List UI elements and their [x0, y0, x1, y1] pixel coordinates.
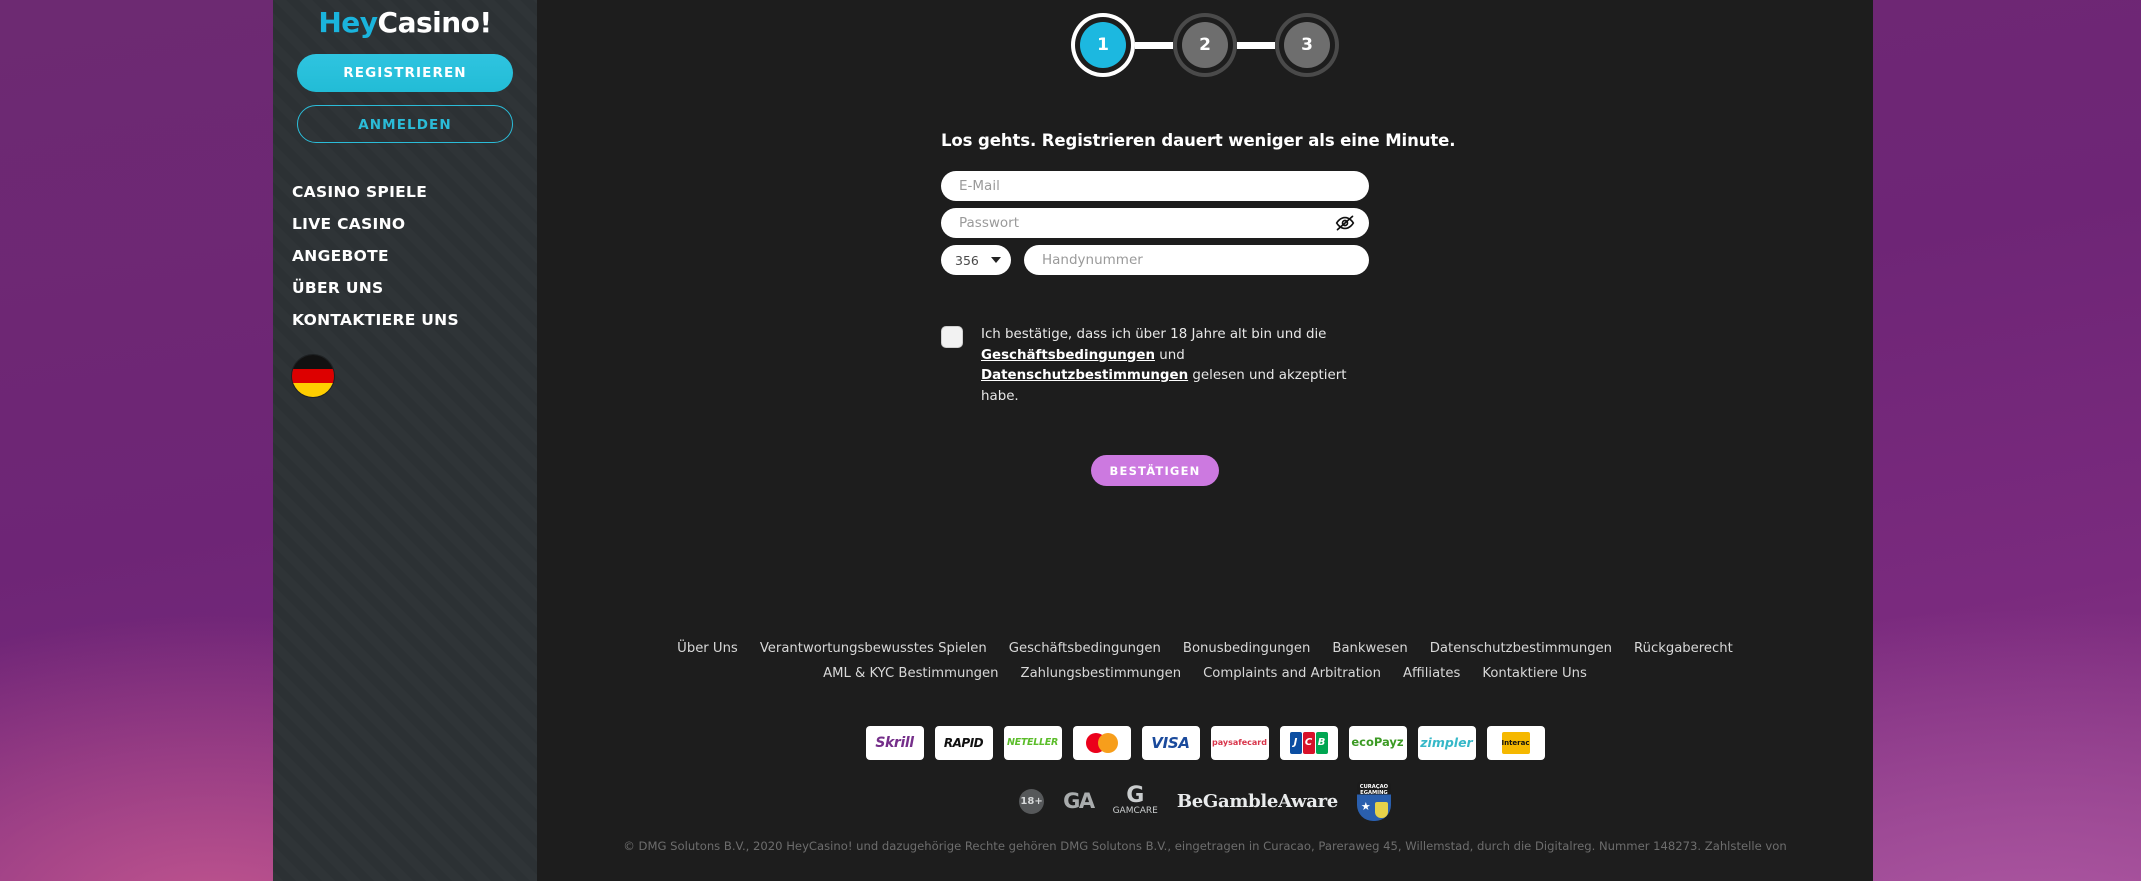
brand-logo-hey: Hey [318, 6, 378, 39]
submit-button[interactable]: BESTÄTIGEN [1091, 455, 1219, 486]
curacao-egaming-icon[interactable]: CURAÇAO EGAMING ★ [1356, 781, 1391, 821]
step-2[interactable]: 2 [1182, 22, 1228, 68]
step-2-number: 2 [1199, 35, 1211, 55]
sidebar-item-live-casino[interactable]: LIVE CASINO [292, 208, 537, 240]
email-placeholder: E-Mail [959, 178, 1000, 194]
payment-interac-label: Interac [1501, 732, 1530, 754]
footer-link-verantwortungsbewusstes-spielen[interactable]: Verantwortungsbewusstes Spielen [760, 636, 987, 661]
brand-logo[interactable]: HeyCasino! [273, 4, 537, 42]
copyright-text: © DMG Solutons B.V., 2020 HeyCasino! und… [623, 839, 1787, 853]
payment-paysafecard-icon[interactable]: paysafecard [1210, 726, 1269, 760]
payment-ecopayz-label: ecoPayz [1351, 735, 1404, 750]
footer-link-datenschutzbestimmungen[interactable]: Datenschutzbestimmungen [1430, 636, 1612, 661]
chevron-down-icon [991, 257, 1001, 263]
form-heading: Los gehts. Registrieren dauert weniger a… [941, 131, 1456, 150]
jcb-bars: JCB [1289, 732, 1328, 754]
payment-methods-row: Skrill RAPID NETELLER VISA paysafecard J… [537, 726, 1873, 760]
phone-placeholder: Handynummer [1042, 252, 1143, 268]
footer-link-affiliates[interactable]: Affiliates [1403, 661, 1460, 686]
footer: Über Uns Verantwortungsbewusstes Spielen… [537, 636, 1873, 854]
footer-links-row-2: AML & KYC Bestimmungen Zahlungsbestimmun… [645, 661, 1765, 686]
brand-logo-casino: Casino! [377, 6, 493, 39]
footer-link-geschaeftsbedingungen[interactable]: Geschäftsbedingungen [1009, 636, 1161, 661]
footer-link-aml-kyc[interactable]: AML & KYC Bestimmungen [823, 661, 998, 686]
curacao-star-icon: ★ [1360, 800, 1371, 813]
terms-part-1: Ich bestätige, dass ich über 18 Jahre al… [981, 327, 1327, 342]
payment-ecopayz-icon[interactable]: ecoPayz [1348, 726, 1407, 760]
payment-zimpler-label: zimpler [1420, 734, 1473, 750]
login-button[interactable]: ANMELDEN [297, 105, 513, 143]
payment-mastercard-icon[interactable] [1072, 726, 1131, 760]
curacao-shield-icon [1374, 802, 1388, 818]
gamcare-glyph: G [1126, 783, 1145, 808]
footer-link-bonusbedingungen[interactable]: Bonusbedingungen [1183, 636, 1311, 661]
sidebar-item-casino-spiele[interactable]: CASINO SPIELE [292, 176, 537, 208]
eighteen-plus-icon: 18+ [1019, 788, 1045, 814]
gamcare-label: GAMCARE [1112, 806, 1158, 816]
eighteen-plus-label: 18+ [1020, 795, 1043, 807]
payment-interac-icon[interactable]: Interac [1486, 726, 1545, 760]
footer-links-row-1: Über Uns Verantwortungsbewusstes Spielen… [645, 636, 1765, 661]
terms-row: Ich bestätige, dass ich über 18 Jahre al… [941, 325, 1381, 407]
payment-skrill-label: Skrill [875, 735, 914, 751]
sidebar-item-kontaktiere-uns[interactable]: KONTAKTIERE UNS [292, 304, 537, 336]
payment-neteller-icon[interactable]: NETELLER [1003, 726, 1062, 760]
gamblers-anonymous-label: GA [1063, 789, 1095, 813]
gamcare-icon: G GAMCARE [1112, 783, 1158, 817]
phone-field[interactable]: Handynummer [1024, 245, 1369, 275]
payment-neteller-label: NETELLER [1007, 737, 1058, 749]
payment-paysafecard-label: paysafecard [1212, 738, 1267, 747]
eye-off-icon[interactable] [1335, 213, 1355, 233]
step-1[interactable]: 1 [1080, 22, 1126, 68]
sidebar: HeyCasino! REGISTRIEREN ANMELDEN CASINO … [273, 0, 537, 881]
flag-stripe-black [292, 355, 334, 369]
password-field[interactable]: Passwort [941, 208, 1369, 238]
responsible-gambling-badges: 18+ GA G GAMCARE BeGambleAware CURAÇAO E… [537, 781, 1873, 821]
country-code-value: 356 [955, 252, 979, 268]
payment-visa-icon[interactable]: VISA [1141, 726, 1200, 760]
payment-visa-label: VISA [1151, 733, 1190, 752]
page-viewport: HeyCasino! REGISTRIEREN ANMELDEN CASINO … [273, 0, 1873, 881]
footer-link-kontaktiere-uns[interactable]: Kontaktiere Uns [1482, 661, 1587, 686]
country-code-select[interactable]: 356 [941, 245, 1011, 275]
begambleaware-icon: BeGambleAware [1177, 791, 1338, 812]
step-1-number: 1 [1097, 35, 1109, 55]
terms-link-privacy[interactable]: Datenschutzbestimmungen [981, 368, 1188, 383]
sidebar-item-ueber-uns[interactable]: ÜBER UNS [292, 272, 537, 304]
register-button[interactable]: REGISTRIEREN [297, 54, 513, 92]
flag-stripe-gold [292, 383, 334, 397]
footer-link-zahlungsbestimmungen[interactable]: Zahlungsbestimmungen [1021, 661, 1182, 686]
begambleaware-label: BeGambleAware [1176, 790, 1338, 812]
footer-link-ueber-uns[interactable]: Über Uns [677, 636, 738, 661]
main-content: 1 2 3 Los gehts. Registrieren dauert wen… [537, 0, 1873, 881]
footer-link-bankwesen[interactable]: Bankwesen [1332, 636, 1407, 661]
terms-link-agb[interactable]: Geschäftsbedingungen [981, 348, 1155, 363]
terms-checkbox[interactable] [941, 326, 963, 348]
de-flag-icon[interactable] [292, 355, 334, 397]
payment-jcb-icon[interactable]: JCB [1279, 726, 1338, 760]
flag-stripe-red [292, 369, 334, 383]
payment-skrill-icon[interactable]: Skrill [865, 726, 924, 760]
step-3-number: 3 [1301, 35, 1313, 55]
email-field[interactable]: E-Mail [941, 171, 1369, 201]
curacao-egaming-label: CURAÇAO EGAMING [1359, 784, 1389, 796]
footer-link-complaints-arbitration[interactable]: Complaints and Arbitration [1203, 661, 1381, 686]
step-connector-1 [1135, 41, 1173, 49]
sidebar-item-angebote[interactable]: ANGEBOTE [292, 240, 537, 272]
sidebar-nav: CASINO SPIELE LIVE CASINO ANGEBOTE ÜBER … [273, 176, 537, 336]
step-connector-2 [1237, 41, 1275, 49]
footer-link-rueckgaberecht[interactable]: Rückgaberecht [1634, 636, 1733, 661]
payment-zimpler-icon[interactable]: zimpler [1417, 726, 1476, 760]
terms-text: Ich bestätige, dass ich über 18 Jahre al… [981, 325, 1381, 407]
terms-part-2: und [1154, 347, 1185, 363]
gamblers-anonymous-icon: GA [1063, 789, 1095, 813]
registration-stepper: 1 2 3 [537, 22, 1873, 68]
payment-rapid-transfer-icon[interactable]: RAPID [934, 726, 993, 760]
step-3[interactable]: 3 [1284, 22, 1330, 68]
password-placeholder: Passwort [959, 215, 1020, 231]
mastercard-circles [1085, 733, 1118, 753]
payment-rapid-label: RAPID [943, 736, 984, 750]
